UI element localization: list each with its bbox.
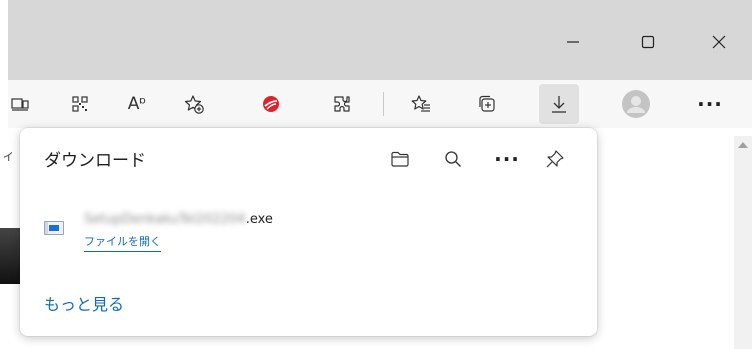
profile-button[interactable] <box>616 84 656 124</box>
profile-avatar-icon <box>622 90 650 118</box>
downloads-flyout: ダウンロード ··· SetupDenkakuTel202204.exe ファイ… <box>20 128 597 336</box>
download-filename-blurred: SetupDenkakuTel202204 <box>84 212 246 227</box>
qr-code-button[interactable] <box>60 84 100 124</box>
downloads-button[interactable] <box>539 84 579 124</box>
add-favorite-icon <box>184 95 204 114</box>
more-menu-icon: ··· <box>697 92 723 116</box>
maximize-button[interactable] <box>626 22 670 62</box>
open-folder-button[interactable] <box>385 144 415 174</box>
toolbar-separator <box>383 92 384 116</box>
downloads-icon <box>552 96 566 113</box>
immersive-reader-icon <box>11 98 29 111</box>
favorites-icon <box>411 95 430 112</box>
page-partial-text: ィ <box>2 149 16 164</box>
close-icon <box>712 35 726 49</box>
minimize-icon <box>567 41 579 43</box>
page-dark-image <box>0 228 20 284</box>
maximize-icon <box>641 35 655 49</box>
download-filename-extension: .exe <box>245 212 273 227</box>
favorites-button[interactable] <box>401 84 441 124</box>
pin-button[interactable] <box>540 144 570 174</box>
add-favorite-button[interactable] <box>174 84 214 124</box>
more-options-button[interactable]: ··· <box>492 144 522 174</box>
close-button[interactable] <box>697 22 741 62</box>
window-left-edge <box>0 0 8 349</box>
page-scrollbar[interactable] <box>734 136 752 349</box>
trend-micro-extension-icon <box>263 96 279 112</box>
collections-button[interactable] <box>467 84 507 124</box>
exe-file-icon <box>44 221 64 235</box>
see-more-link[interactable]: もっと見る <box>44 291 124 315</box>
search-icon <box>445 151 461 167</box>
read-aloud-button[interactable]: Aᶛ <box>117 84 157 124</box>
qr-code-icon <box>72 96 88 112</box>
minimize-button[interactable] <box>551 22 595 62</box>
collections-icon <box>479 95 495 112</box>
downloads-title: ダウンロード <box>44 151 146 171</box>
search-downloads-button[interactable] <box>438 144 468 174</box>
open-folder-icon <box>391 151 409 167</box>
more-options-icon: ··· <box>494 147 520 171</box>
read-aloud-icon: Aᶛ <box>127 94 147 114</box>
scroll-up-arrow-icon[interactable] <box>738 142 748 148</box>
more-menu-button[interactable]: ··· <box>690 84 730 124</box>
trend-micro-extension-button[interactable] <box>251 84 291 124</box>
open-file-link[interactable]: ファイルを開く <box>84 235 161 252</box>
extensions-icon <box>334 96 350 112</box>
download-filename: SetupDenkakuTel202204.exe <box>84 212 273 227</box>
pin-icon <box>546 150 564 168</box>
extensions-button[interactable] <box>322 84 362 124</box>
